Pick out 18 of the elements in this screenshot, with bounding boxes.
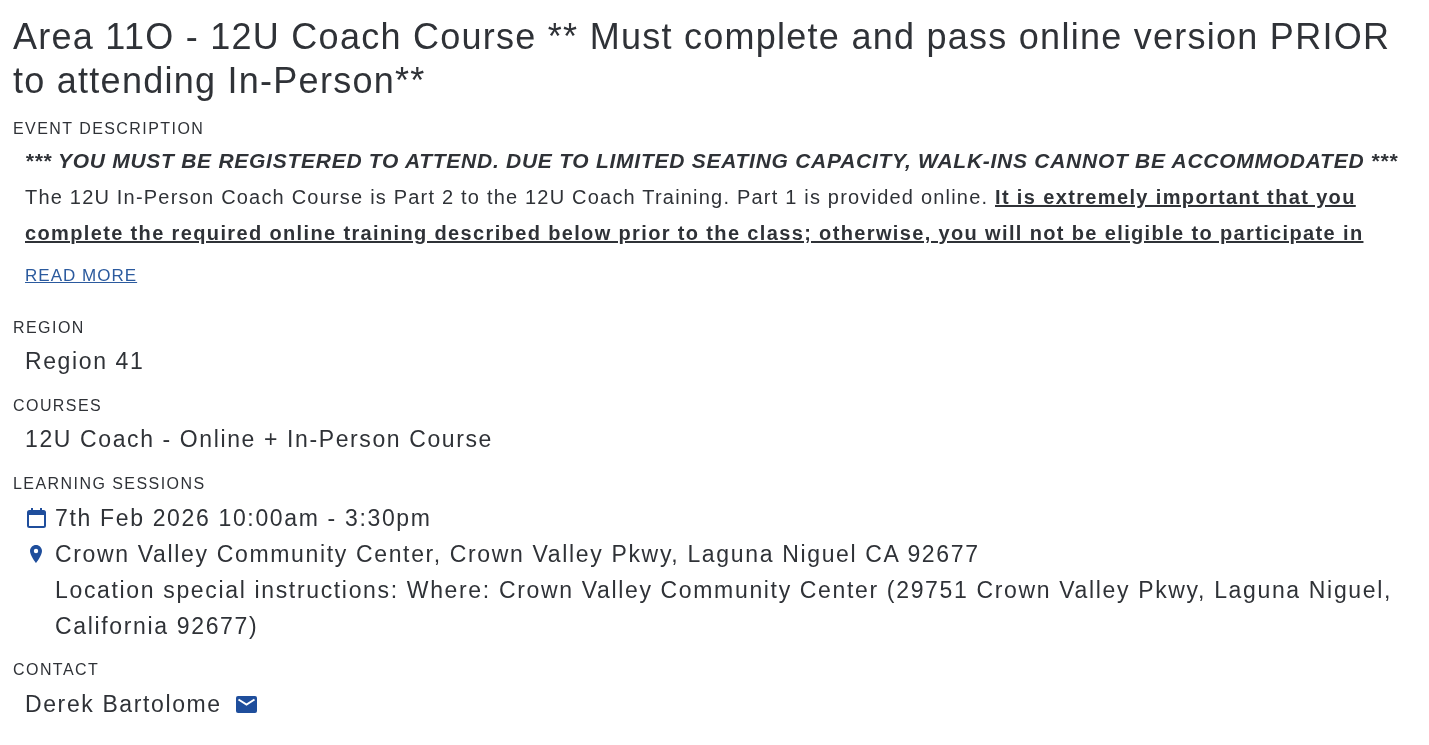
section-value: Region 41 xyxy=(25,347,145,376)
description-text: The 12U In-Person Coach Course is Part 2 to the 12U Coach Training. Part 1 is provided online. It is extremely important that you complete the required online training described below prior to the class; otherwise, you will not be eligible to participate in xyxy=(25,185,1365,246)
section-label: LEARNING SESSIONS xyxy=(13,474,206,494)
contact-name: Derek Bartolome xyxy=(25,690,222,719)
section-label: COURSES xyxy=(13,396,103,416)
calendar-icon xyxy=(27,508,46,528)
location-instructions: Location special instructions: Where: Crown Valley Community Center (29751 Crown Valley Pkwy, Laguna Niguel, California 92677) xyxy=(55,576,1394,641)
section-label: REGION xyxy=(13,318,85,338)
section-label: CONTACT xyxy=(13,660,100,680)
section-label: EVENT DESCRIPTION xyxy=(13,119,205,139)
mail-icon[interactable] xyxy=(235,695,257,713)
session-date: 7th Feb 2026 10:00am - 3:30pm xyxy=(55,504,432,533)
section-value: 12U Coach - Online + In-Person Course xyxy=(25,425,494,454)
session-location: Crown Valley Community Center, Crown Valley Pkwy, Laguna Niguel CA 92677 xyxy=(55,540,980,569)
location-pin-icon xyxy=(30,545,42,563)
notice-text: *** YOU MUST BE REGISTERED TO ATTEND. DUE TO LIMITED SEATING CAPACITY, WALK-INS CANNOT BE ACCOMMODATED *** xyxy=(25,148,1398,174)
read-more-link[interactable]: READ MORE xyxy=(25,264,138,288)
page-title: Area 11O - 12U Coach Course ** Must complete and pass online version PRIOR to attending In-Person** xyxy=(13,15,1392,103)
